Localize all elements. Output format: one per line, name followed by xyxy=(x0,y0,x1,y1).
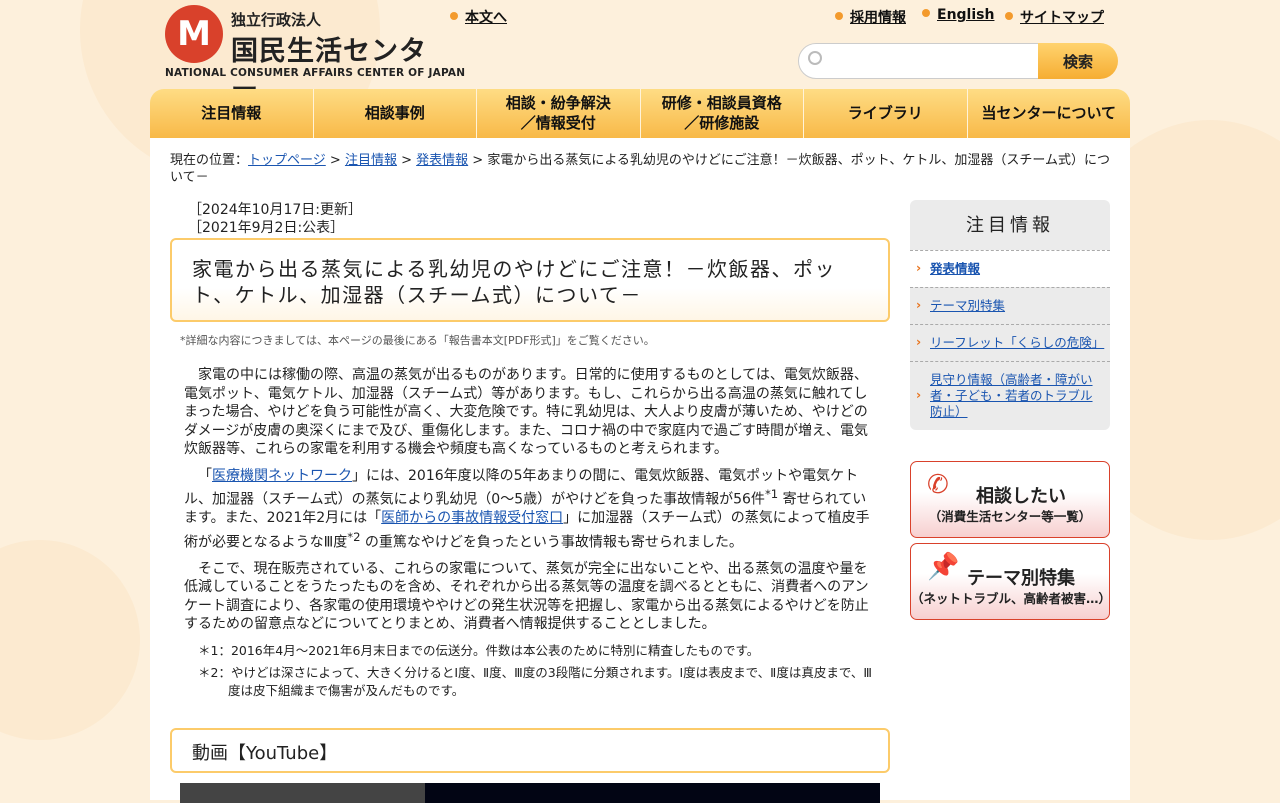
breadcrumb-featured[interactable]: 注目情報 xyxy=(345,153,397,168)
sidebar-item-press[interactable]: 発表情報 xyxy=(910,250,1110,287)
sidebar-item-watch[interactable]: 見守り情報（高齢者・障がい者・子ども・若者のトラブル防止） xyxy=(910,361,1110,430)
pdf-note: *詳細な内容につきましては、本ページの最後にある「報告書本文[PDF形式]」をご… xyxy=(180,334,655,347)
english-link[interactable]: English xyxy=(922,7,994,23)
sidebar-link[interactable]: 発表情報 xyxy=(930,261,980,276)
footnote-1: ＊1：2016年4月～2021年6月末日までの伝送分。件数は本公表のために特別に… xyxy=(198,642,760,658)
footnote-ref-1: *1 xyxy=(764,487,779,501)
page-title: 家電から出る蒸気による乳幼児のやけどにご注意！－炊飯器、ポット、ケトル、加湿器（… xyxy=(170,238,890,322)
text: の重篤なやけどを負ったという事故情報も寄せられました。 xyxy=(360,534,743,551)
paragraph-3: そこで、現在販売されている、これらの家電について、蒸気が完全に出ないことや、出る… xyxy=(184,560,869,633)
nav-training[interactable]: 研修・相談員資格 ／研修施設 xyxy=(639,89,804,138)
sidebar-heading: 注目情報 xyxy=(910,200,1110,250)
sidebar-menu: 注目情報 発表情報 テーマ別特集 リーフレット「くらしの危険」 見守り情報（高齢… xyxy=(910,200,1110,430)
breadcrumb-prefix: 現在の位置： xyxy=(170,153,249,168)
banner-subtitle: （ネットトラブル、高齢者被害…） xyxy=(911,591,1112,606)
sidebar-link[interactable]: 見守り情報（高齢者・障がい者・子ども・若者のトラブル防止） xyxy=(930,372,1093,419)
text: 「 xyxy=(198,467,212,484)
search-form: 検索 xyxy=(798,43,1118,79)
dates: ［2024年10月17日:更新］ ［2021年9月2日:公表］ xyxy=(188,201,362,237)
search-input[interactable] xyxy=(798,43,1040,79)
banner-title: テーマ別特集 xyxy=(967,568,1075,589)
main-nav: 注目情報 相談事例 相談・紛争解決 ／情報受付 研修・相談員資格 ／研修施設 ラ… xyxy=(150,89,1130,138)
paragraph-2: 「医療機関ネットワーク」には、2016年度以降の5年あまりの間に、電気炊飯器、電… xyxy=(184,467,876,552)
medical-network-link[interactable]: 医療機関ネットワーク xyxy=(212,468,352,484)
breadcrumb-top[interactable]: トップページ xyxy=(248,153,326,168)
skip-to-content-link[interactable]: 本文へ xyxy=(450,7,507,27)
nav-about[interactable]: 当センターについて xyxy=(966,89,1131,138)
updated-date: ［2024年10月17日:更新］ xyxy=(188,202,362,218)
sidebar-item-leaflet[interactable]: リーフレット「くらしの危険」 xyxy=(910,324,1110,361)
content-area: 現在の位置：トップページ > 注目情報 > 発表情報 > 家電から出る蒸気による… xyxy=(150,138,1130,803)
article-body: 家電の中には稼働の際、高温の蒸気が出るものがあります。日常的に使用するものとして… xyxy=(184,366,876,704)
footnote-2: ＊2：やけどは深さによって、大きく分けるとⅠ度、Ⅱ度、Ⅲ度の3段階に分類されます… xyxy=(198,664,872,698)
logo-english: NATIONAL CONSUMER AFFAIRS CENTER OF JAPA… xyxy=(165,67,466,79)
sidebar-item-themes[interactable]: テーマ別特集 xyxy=(910,287,1110,324)
sidebar-link[interactable]: リーフレット「くらしの危険」 xyxy=(930,335,1104,350)
footnote-ref-2: *2 xyxy=(347,529,361,544)
nav-cases[interactable]: 相談事例 xyxy=(312,89,477,138)
youtube-video[interactable] xyxy=(180,783,880,803)
doctor-report-link[interactable]: 医師からの事故情報受付窓口 xyxy=(381,510,563,526)
site-logo[interactable]: M 独立行政法人 国民生活センター NATIONAL CONSUMER AFFA… xyxy=(165,5,465,106)
published-date: ［2021年9月2日:公表］ xyxy=(188,220,345,236)
consult-banner[interactable]: ✆ 相談したい （消費生活センター等一覧） xyxy=(910,461,1110,538)
breadcrumb-press[interactable]: 発表情報 xyxy=(416,153,468,168)
recruit-link[interactable]: 採用情報 xyxy=(835,7,906,27)
header: M 独立行政法人 国民生活センター NATIONAL CONSUMER AFFA… xyxy=(150,0,1130,106)
themes-banner[interactable]: 📌 テーマ別特集 （ネットトラブル、高齢者被害…） xyxy=(910,543,1112,620)
logo-subtitle: 独立行政法人 xyxy=(231,11,322,29)
nav-consultation[interactable]: 相談・紛争解決 ／情報受付 xyxy=(476,89,640,138)
sitemap-link[interactable]: サイトマップ xyxy=(1005,7,1104,27)
search-button[interactable]: 検索 xyxy=(1038,43,1118,79)
paragraph-1: 家電の中には稼働の際、高温の蒸気が出るものがあります。日常的に使用するものとして… xyxy=(184,367,869,457)
banner-title: 相談したい xyxy=(976,486,1066,507)
search-icon xyxy=(808,51,822,65)
banner-subtitle: （消費生活センター等一覧） xyxy=(928,509,1092,524)
sidebar-link[interactable]: テーマ別特集 xyxy=(930,298,1005,313)
logo-mark-icon: M xyxy=(165,5,223,63)
nav-featured[interactable]: 注目情報 xyxy=(150,89,313,138)
breadcrumb: 現在の位置：トップページ > 注目情報 > 発表情報 > 家電から出る蒸気による… xyxy=(170,153,1111,185)
video-heading: 動画【YouTube】 xyxy=(170,728,890,773)
nav-library[interactable]: ライブラリ xyxy=(803,89,967,138)
